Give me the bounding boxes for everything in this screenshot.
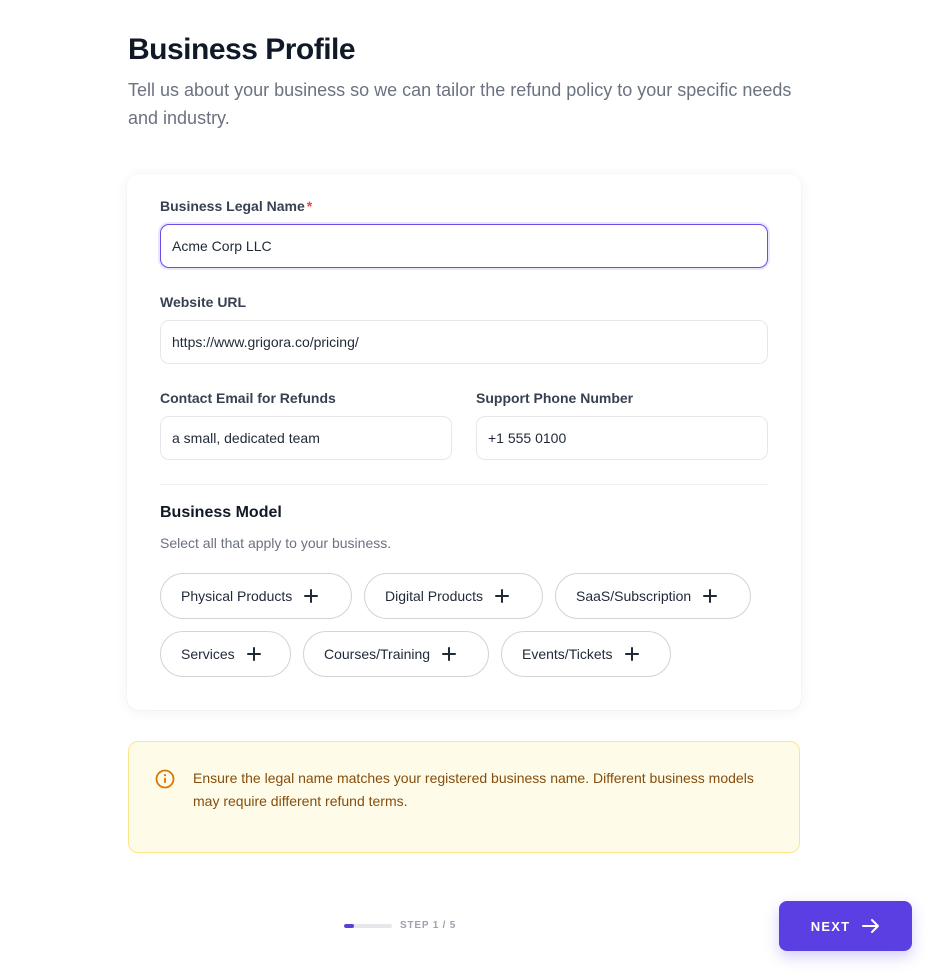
next-button-label: NEXT — [810, 918, 851, 934]
plus-icon — [304, 589, 319, 603]
page-subtitle: Tell us about your business so we can ta… — [128, 80, 792, 128]
email-label: Contact Email for Refunds — [160, 390, 336, 406]
chip-courses-training[interactable]: Courses/Training — [303, 631, 489, 677]
business-model-subtitle: Select all that apply to your business. — [160, 535, 392, 551]
phone-input[interactable]: +1 555 0100 — [476, 416, 768, 460]
step-progress-fill — [344, 924, 354, 928]
page-title: Business Profile — [128, 33, 356, 66]
arrow-right-icon — [862, 919, 880, 933]
page-header: Business Profile Tell us about your busi… — [128, 32, 800, 132]
phone-value: +1 555 0100 — [488, 430, 567, 446]
plus-icon — [246, 647, 261, 661]
chip-label: Services — [181, 646, 235, 662]
chip-services[interactable]: Services — [160, 631, 291, 677]
chip-label: Physical Products — [181, 588, 293, 604]
chip-digital-products[interactable]: Digital Products — [364, 573, 543, 619]
chip-label: Events/Tickets — [522, 646, 613, 662]
legal-name-label: Business Legal Name * — [160, 197, 312, 215]
website-label: Website URL — [160, 294, 247, 310]
legal-name-input[interactable]: Acme Corp LLC — [160, 224, 768, 268]
step-progress-bar — [344, 924, 392, 928]
info-notice: Ensure the legal name matches your regis… — [128, 741, 800, 853]
website-input[interactable]: https://www.grigora.co/pricing/ — [160, 320, 768, 364]
email-value: a small, dedicated team — [172, 430, 320, 446]
plus-icon — [624, 647, 639, 661]
info-icon — [155, 769, 175, 789]
chip-events-tickets[interactable]: Events/Tickets — [501, 631, 671, 677]
business-model-title: Business Model — [160, 504, 282, 521]
chip-label: Courses/Training — [324, 646, 431, 662]
plus-icon — [495, 589, 510, 603]
plus-icon — [442, 647, 457, 661]
chip-label: SaaS/Subscription — [576, 588, 692, 604]
website-value: https://www.grigora.co/pricing/ — [172, 334, 359, 350]
legal-name-value: Acme Corp LLC — [172, 238, 272, 254]
phone-label: Support Phone Number — [476, 390, 634, 406]
step-indicator: STEP 1 / 5 — [400, 920, 457, 931]
chip-label: Digital Products — [385, 588, 484, 604]
business-profile-page: Business Profile Tell us about your busi… — [0, 0, 928, 980]
section-divider — [160, 484, 768, 485]
plus-icon — [703, 589, 718, 603]
business-form-card: Business Legal Name * Acme Corp LLC Websi… — [127, 174, 801, 710]
next-button[interactable]: NEXT — [779, 901, 912, 951]
email-input[interactable]: a small, dedicated team — [160, 416, 452, 460]
legal-name-label-text: Business Legal Name — [160, 198, 305, 214]
chip-saas-subscription[interactable]: SaaS/Subscription — [555, 573, 751, 619]
required-mark: * — [306, 198, 313, 214]
chip-physical-products[interactable]: Physical Products — [160, 573, 352, 619]
notice-text: Ensure the legal name matches your regis… — [193, 770, 754, 809]
